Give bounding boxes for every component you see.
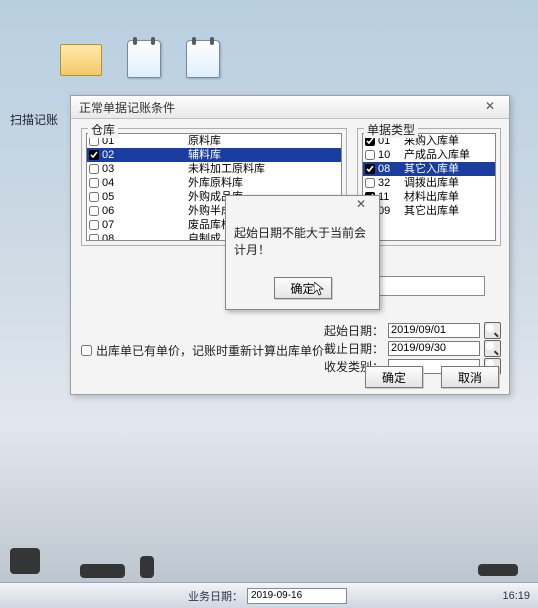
doctype-group-title: 单据类型 bbox=[364, 121, 418, 138]
close-icon[interactable]: ✕ bbox=[475, 99, 505, 115]
list-item-code: 08 bbox=[102, 232, 128, 241]
close-icon[interactable]: ✕ bbox=[346, 197, 376, 213]
start-date-input[interactable] bbox=[388, 323, 480, 338]
biz-date-input[interactable] bbox=[247, 588, 347, 604]
desktop: 扫描记账 正常单据记账条件 ✕ 仓库 01原料库02辅料库03未料加工原料库04… bbox=[0, 0, 538, 608]
list-item-code: 09 bbox=[378, 204, 404, 218]
list-item-checkbox[interactable] bbox=[365, 150, 375, 160]
list-item-code: 04 bbox=[102, 176, 128, 190]
end-date-label: 截止日期： bbox=[324, 340, 384, 357]
list-item-name: 其它出库单 bbox=[404, 204, 459, 218]
list-item[interactable]: 01原料库 bbox=[87, 134, 341, 148]
ok-button[interactable]: 确定 bbox=[365, 366, 423, 388]
list-item-code: 05 bbox=[102, 190, 128, 204]
list-item-name: 辅料库 bbox=[128, 148, 221, 162]
recalc-label: 出库单已有单价，记账时重新计算出库单价 bbox=[96, 342, 324, 359]
list-item-checkbox[interactable] bbox=[89, 206, 99, 216]
list-item-checkbox[interactable] bbox=[89, 192, 99, 202]
list-item-code: 07 bbox=[102, 218, 128, 232]
list-item-name: 调拨出库单 bbox=[404, 176, 459, 190]
recalc-checkbox[interactable] bbox=[81, 345, 92, 356]
doctype-list[interactable]: 01采购入库单10产成品入库单08其它入库单32调拨出库单11材料出库单09其它… bbox=[362, 133, 496, 241]
list-item[interactable]: 03未料加工原料库 bbox=[87, 162, 341, 176]
recalc-checkbox-row[interactable]: 出库单已有单价，记账时重新计算出库单价 bbox=[81, 342, 324, 359]
list-item-name: 自制成 bbox=[128, 232, 221, 241]
list-item-code: 10 bbox=[378, 148, 404, 162]
calendar-icon bbox=[186, 40, 220, 78]
list-item-name: 材料出库单 bbox=[404, 190, 459, 204]
list-item-code: 03 bbox=[102, 162, 128, 176]
list-item-checkbox[interactable] bbox=[365, 178, 375, 188]
start-date-label: 起始日期： bbox=[324, 322, 384, 339]
list-item-name: 外库原料库 bbox=[128, 176, 243, 190]
warehouse-group-title: 仓库 bbox=[88, 121, 118, 138]
lookup-icon[interactable] bbox=[484, 340, 501, 357]
dialog-titlebar: 正常单据记账条件 ✕ bbox=[71, 96, 509, 119]
calendar-icon bbox=[127, 40, 161, 78]
list-item-code: 11 bbox=[378, 190, 404, 204]
alert-message: 起始日期不能大于当前会计月！ bbox=[226, 214, 379, 258]
cancel-button[interactable]: 取消 bbox=[441, 366, 499, 388]
dialog-button-bar: 确定 取消 bbox=[365, 366, 499, 388]
list-item[interactable]: 09其它出库单 bbox=[363, 204, 495, 218]
alert-dialog: ✕ 起始日期不能大于当前会计月！ 确定 bbox=[225, 195, 380, 310]
list-item[interactable]: 10产成品入库单 bbox=[363, 148, 495, 162]
biz-date-label: 业务日期： bbox=[188, 588, 243, 604]
lookup-icon[interactable] bbox=[484, 322, 501, 339]
list-item-code: 08 bbox=[378, 162, 404, 176]
list-item[interactable]: 11材料出库单 bbox=[363, 190, 495, 204]
status-bar: 业务日期： 16:19 bbox=[0, 582, 538, 608]
list-item-checkbox[interactable] bbox=[89, 150, 99, 160]
list-item-checkbox[interactable] bbox=[365, 164, 375, 174]
list-item-name: 原料库 bbox=[128, 134, 221, 148]
extra-textbox[interactable] bbox=[367, 276, 485, 296]
photo-artifact bbox=[0, 532, 538, 578]
list-item[interactable]: 02辅料库 bbox=[87, 148, 341, 162]
list-item-code: 32 bbox=[378, 176, 404, 190]
list-item-code: 02 bbox=[102, 148, 128, 162]
list-item[interactable]: 04外库原料库 bbox=[87, 176, 341, 190]
clock: 16:19 bbox=[502, 590, 530, 602]
list-item[interactable]: 32调拨出库单 bbox=[363, 176, 495, 190]
dialog-title: 正常单据记账条件 bbox=[79, 99, 175, 116]
list-item-name: 其它入库单 bbox=[404, 162, 459, 176]
list-item-code: 06 bbox=[102, 204, 128, 218]
end-date-input[interactable] bbox=[388, 341, 480, 356]
list-item-checkbox[interactable] bbox=[89, 178, 99, 188]
list-item-checkbox[interactable] bbox=[89, 220, 99, 230]
list-item[interactable]: 08其它入库单 bbox=[363, 162, 495, 176]
desktop-icons bbox=[60, 40, 220, 78]
folder-icon bbox=[60, 44, 102, 76]
list-item-name: 未料加工原料库 bbox=[128, 162, 265, 176]
alert-ok-button[interactable]: 确定 bbox=[274, 277, 332, 299]
list-item-checkbox[interactable] bbox=[89, 164, 99, 174]
list-item-checkbox[interactable] bbox=[89, 234, 99, 241]
side-label: 扫描记账 bbox=[10, 111, 58, 128]
list-item-name: 产成品入库单 bbox=[404, 148, 470, 162]
